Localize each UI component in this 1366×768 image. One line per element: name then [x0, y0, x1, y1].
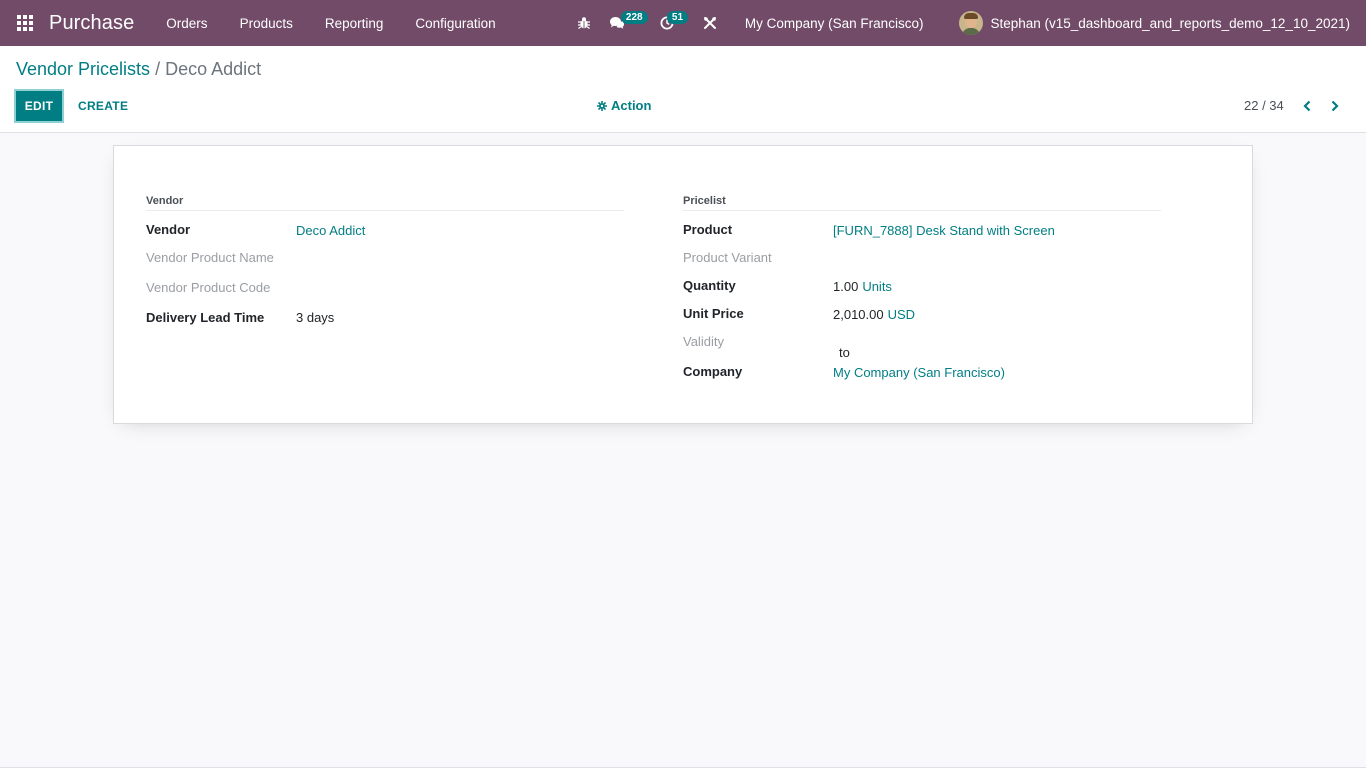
pager-value[interactable]: 22 / 34: [1244, 98, 1284, 113]
menu-reporting[interactable]: Reporting: [309, 0, 400, 46]
avatar: [959, 11, 984, 35]
app-menu-button[interactable]: [0, 0, 49, 46]
activities-badge: 51: [666, 11, 689, 24]
main-navbar: Purchase Orders Products Reporting Confi…: [0, 0, 1366, 46]
vendor-product-code-label: Vendor Product Code: [146, 280, 271, 295]
breadcrumb-vendor-pricelists[interactable]: Vendor Pricelists: [16, 59, 150, 79]
product-variant-label: Product Variant: [683, 250, 772, 265]
edit-button-label: EDIT: [24, 99, 54, 113]
form-sheet: Vendor Vendor Deco Addict Vendor Product…: [113, 145, 1253, 424]
control-panel: Vendor Pricelists / Deco Addict EDIT CRE…: [0, 46, 1366, 133]
company-label: Company: [683, 364, 743, 379]
unit-price-value: 2,010.00 USD: [833, 307, 915, 322]
bug-icon: [577, 17, 590, 30]
messages-badge: 228: [620, 11, 648, 24]
edit-button[interactable]: EDIT: [14, 89, 64, 123]
unit-price-label: Unit Price: [683, 306, 744, 321]
user-menu[interactable]: Stephan (v15_dashboard_and_reports_demo_…: [937, 11, 1366, 35]
gear-icon: [597, 100, 607, 111]
create-button[interactable]: CREATE: [70, 89, 136, 123]
breadcrumb-separator: /: [150, 59, 166, 79]
vendor-product-name-label: Vendor Product Name: [146, 250, 274, 265]
vendor-group-divider: [146, 210, 624, 211]
company-switcher[interactable]: My Company (San Francisco): [731, 16, 938, 31]
delivery-lead-time-value: 3 days: [296, 310, 335, 325]
vendor-group-title: Vendor: [146, 195, 184, 207]
quantity-value: 1.00 Units: [833, 279, 892, 294]
unit-price-number: 2,010.00: [833, 307, 884, 322]
apps-grid-icon: [16, 15, 33, 31]
vendor-value[interactable]: Deco Addict: [296, 223, 365, 238]
currency-link[interactable]: USD: [888, 307, 915, 322]
tools-button[interactable]: [695, 0, 725, 46]
messages-button[interactable]: 228: [599, 0, 653, 46]
breadcrumb-current: Deco Addict: [165, 59, 262, 79]
quantity-unit-link[interactable]: Units: [862, 279, 892, 294]
pricelist-group-divider: [683, 210, 1161, 211]
user-name: Stephan (v15_dashboard_and_reports_demo_…: [990, 15, 1350, 31]
product-label: Product: [683, 222, 733, 237]
product-value[interactable]: [FURN_7888] Desk Stand with Screen: [833, 223, 1055, 238]
pricelist-group-title: Pricelist: [683, 195, 726, 207]
validity-to: to: [839, 345, 850, 360]
app-name[interactable]: Purchase: [49, 12, 134, 35]
pager-previous-button[interactable]: [1297, 96, 1317, 116]
vendor-label: Vendor: [146, 222, 191, 237]
quantity-label: Quantity: [683, 278, 736, 293]
action-label: Action: [611, 98, 652, 113]
breadcrumb: Vendor Pricelists / Deco Addict: [16, 59, 261, 80]
activities-button[interactable]: 51: [653, 0, 695, 46]
menu-products[interactable]: Products: [224, 0, 309, 46]
pager-next-button[interactable]: [1325, 96, 1345, 116]
chevron-right-icon: [1331, 100, 1339, 112]
quantity-number: 1.00: [833, 279, 859, 294]
validity-label: Validity: [683, 334, 724, 349]
delivery-lead-time-label: Delivery Lead Time: [146, 310, 265, 325]
menu-orders[interactable]: Orders: [150, 0, 223, 46]
debug-button[interactable]: [569, 0, 599, 46]
action-menu-button[interactable]: Action: [597, 98, 651, 113]
tools-icon: [703, 17, 716, 29]
systray: 228 51 My Company (San Francisco) Stepha…: [569, 0, 1366, 46]
chevron-left-icon: [1303, 100, 1311, 112]
menu-configuration[interactable]: Configuration: [399, 0, 511, 46]
company-value[interactable]: My Company (San Francisco): [833, 365, 1005, 380]
